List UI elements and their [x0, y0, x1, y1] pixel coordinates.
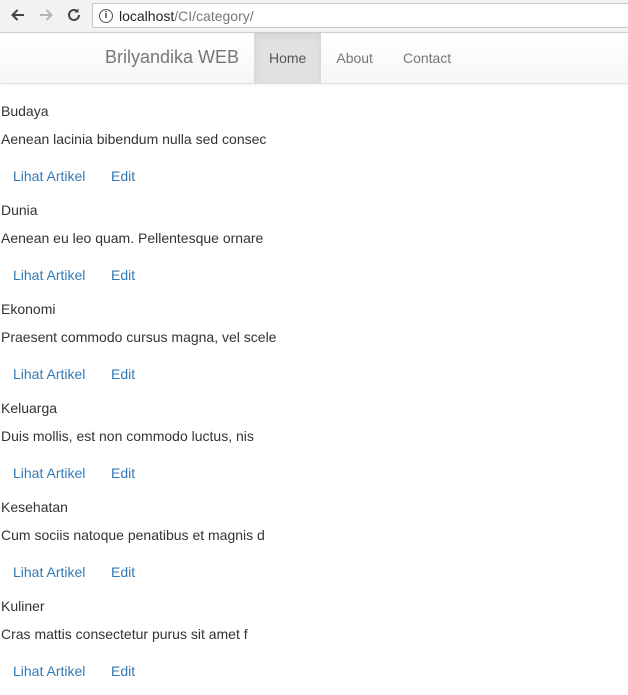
- forward-button[interactable]: [34, 5, 58, 25]
- nav-menu: Home About Contact: [254, 33, 466, 83]
- view-articles-link[interactable]: Lihat Artikel: [13, 465, 85, 481]
- url-host: localhost: [119, 7, 175, 24]
- category-name: Ekonomi: [1, 301, 56, 317]
- edit-link[interactable]: Edit: [111, 366, 135, 382]
- nav-item-contact[interactable]: Contact: [388, 33, 466, 83]
- category-name: Keluarga: [1, 400, 58, 416]
- nav-item-about[interactable]: About: [321, 33, 388, 83]
- category-description: Aenean eu leo quam. Pellentesque ornare: [1, 230, 264, 246]
- category-name: Kuliner: [1, 598, 45, 614]
- url-path: /CI/category/: [174, 7, 254, 24]
- category-name: Kesehatan: [1, 499, 68, 515]
- nav-item-home[interactable]: Home: [254, 33, 322, 83]
- view-articles-link[interactable]: Lihat Artikel: [13, 564, 85, 580]
- site-navbar: Brilyandika WEB Home About Contact: [0, 33, 628, 84]
- browser-toolbar: i localhost/CI/category/: [0, 0, 628, 33]
- address-bar[interactable]: i localhost/CI/category/: [92, 3, 628, 28]
- edit-link[interactable]: Edit: [111, 267, 135, 283]
- category-description: Duis mollis, est non commodo luctus, nis: [1, 428, 254, 444]
- category-item: Kuliner Cras mattis consectetur purus si…: [0, 579, 628, 679]
- category-item: Dunia Aenean eu leo quam. Pellentesque o…: [0, 183, 628, 283]
- edit-link[interactable]: Edit: [111, 168, 135, 184]
- back-button[interactable]: [6, 5, 30, 25]
- arrow-right-icon: [40, 9, 53, 21]
- category-description: Aenean lacinia bibendum nulla sed consec: [1, 131, 267, 147]
- edit-link[interactable]: Edit: [111, 663, 135, 679]
- arrow-left-icon: [11, 9, 24, 21]
- reload-button[interactable]: [62, 5, 86, 25]
- view-articles-link[interactable]: Lihat Artikel: [13, 168, 85, 184]
- brand-link[interactable]: Brilyandika WEB: [105, 47, 239, 68]
- reload-icon: [68, 8, 80, 21]
- category-list: Budaya Aenean lacinia bibendum nulla sed…: [0, 84, 628, 679]
- category-item: Budaya Aenean lacinia bibendum nulla sed…: [0, 84, 628, 184]
- edit-link[interactable]: Edit: [111, 465, 135, 481]
- edit-link[interactable]: Edit: [111, 564, 135, 580]
- view-articles-link[interactable]: Lihat Artikel: [13, 267, 85, 283]
- category-item: Ekonomi Praesent commodo cursus magna, v…: [0, 282, 628, 382]
- view-articles-link[interactable]: Lihat Artikel: [13, 663, 85, 679]
- category-name: Dunia: [1, 202, 38, 218]
- info-icon[interactable]: i: [99, 8, 113, 23]
- category-description: Praesent commodo cursus magna, vel scele: [1, 329, 277, 345]
- category-description: Cum sociis natoque penatibus et magnis d: [1, 527, 265, 543]
- category-item: Keluarga Duis mollis, est non commodo lu…: [0, 381, 628, 481]
- category-description: Cras mattis consectetur purus sit amet f: [1, 626, 248, 642]
- category-name: Budaya: [1, 103, 49, 119]
- category-item: Kesehatan Cum sociis natoque penatibus e…: [0, 480, 628, 580]
- view-articles-link[interactable]: Lihat Artikel: [13, 366, 85, 382]
